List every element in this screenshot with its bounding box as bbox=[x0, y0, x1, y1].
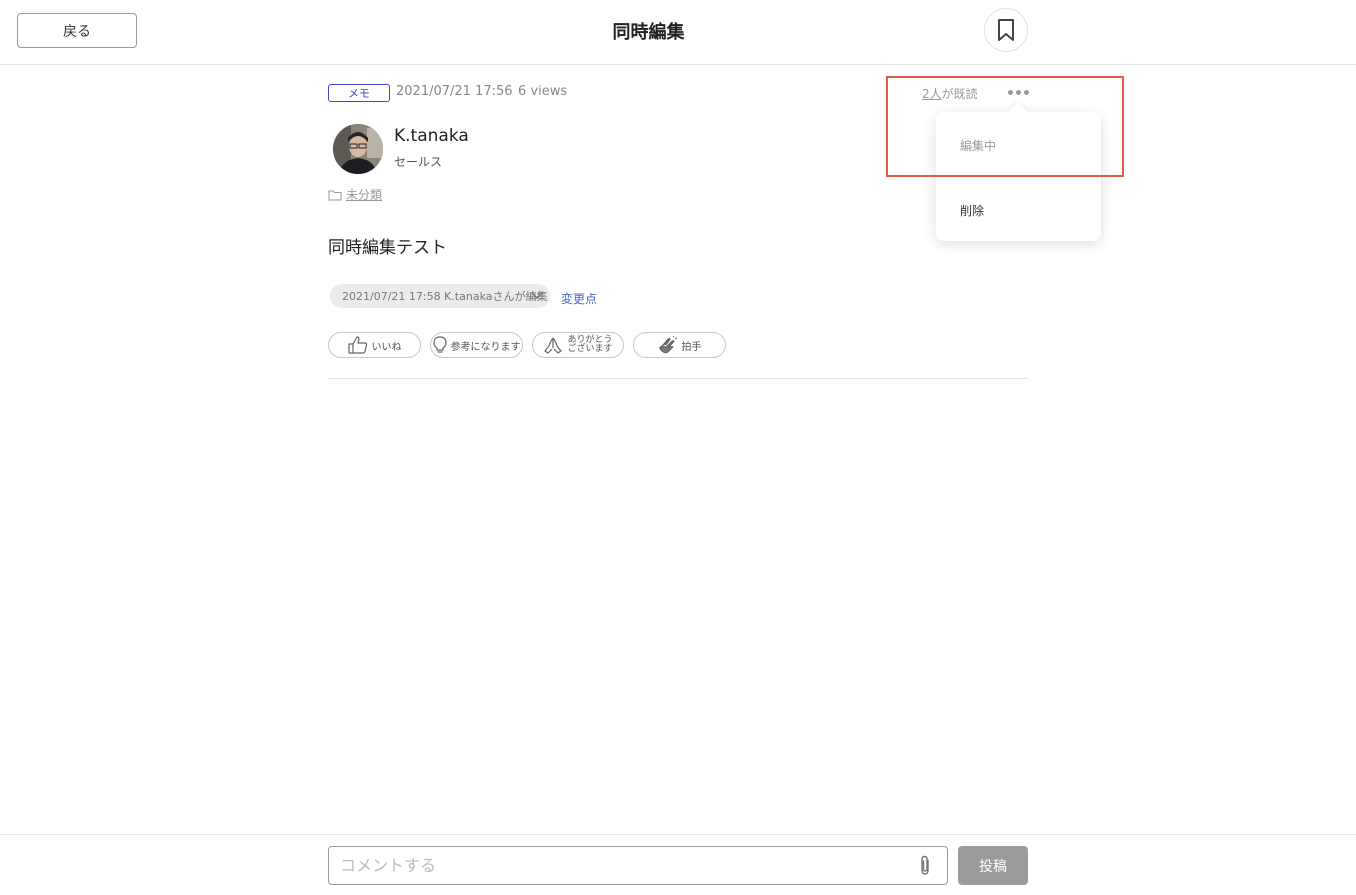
reaction-label-line2: ございます bbox=[567, 344, 613, 354]
readers-suffix: が既読 bbox=[941, 87, 978, 101]
page-title: 同時編集 bbox=[612, 22, 685, 43]
reaction-bar: いいね 参考になります ありがとう ございます 拍手 bbox=[328, 332, 726, 358]
edit-history-label: 2021/07/21 17:58 K.tanakaさんが編集 bbox=[342, 290, 548, 303]
menu-item-editing[interactable]: 編集中 bbox=[960, 137, 996, 154]
chevron-down-icon bbox=[531, 292, 543, 300]
clap-icon bbox=[658, 336, 677, 354]
readers-info[interactable]: 2人が既読 bbox=[922, 85, 978, 102]
reaction-label: 拍手 bbox=[681, 341, 702, 353]
edit-history-dropdown[interactable]: 2021/07/21 17:58 K.tanakaさんが編集 bbox=[330, 284, 550, 308]
category-tag: メモ bbox=[328, 84, 390, 102]
thumbs-up-icon bbox=[347, 336, 367, 354]
changes-link[interactable]: 変更点 bbox=[561, 290, 597, 307]
reaction-clap-button[interactable]: 拍手 bbox=[633, 332, 726, 358]
comment-footer: 投稿 bbox=[0, 834, 1356, 895]
avatar-image bbox=[333, 124, 383, 174]
reaction-label: 参考になります bbox=[450, 341, 521, 353]
paperclip-icon[interactable] bbox=[918, 855, 932, 877]
more-options-button[interactable] bbox=[1003, 82, 1033, 102]
post-date: 2021/07/21 17:56 bbox=[396, 84, 513, 99]
reaction-like-button[interactable]: いいね bbox=[328, 332, 421, 358]
author-name[interactable]: K.tanaka bbox=[394, 126, 469, 146]
post-body: 同時編集テスト bbox=[328, 238, 447, 258]
reaction-helpful-button[interactable]: 参考になります bbox=[430, 332, 523, 358]
reaction-thanks-button[interactable]: ありがとう ございます bbox=[532, 332, 624, 358]
menu-caret bbox=[1008, 102, 1028, 122]
folder-link[interactable]: 未分類 bbox=[328, 186, 382, 203]
bookmark-button[interactable] bbox=[984, 8, 1028, 52]
dot bbox=[1007, 89, 1013, 95]
folder-icon bbox=[328, 190, 342, 200]
readers-count[interactable]: 2人 bbox=[922, 87, 942, 101]
post-comment-button[interactable]: 投稿 bbox=[958, 846, 1028, 885]
folder-label[interactable]: 未分類 bbox=[346, 186, 382, 203]
divider bbox=[328, 378, 1028, 379]
pray-hands-icon bbox=[544, 337, 563, 354]
dot bbox=[1023, 89, 1029, 95]
reaction-label: ありがとう ございます bbox=[567, 336, 612, 354]
avatar bbox=[333, 124, 383, 174]
menu-item-delete[interactable]: 削除 bbox=[960, 202, 984, 219]
reaction-label: いいね bbox=[371, 341, 402, 353]
lightbulb-icon bbox=[432, 336, 447, 353]
view-count: 6 views bbox=[518, 84, 568, 99]
header: 戻る 同時編集 bbox=[0, 0, 1356, 65]
options-menu: 編集中 削除 bbox=[936, 102, 1101, 241]
author-department: セールス bbox=[394, 155, 443, 169]
comment-input[interactable] bbox=[328, 846, 948, 885]
dot bbox=[1015, 89, 1021, 95]
bookmark-icon bbox=[998, 19, 1014, 41]
